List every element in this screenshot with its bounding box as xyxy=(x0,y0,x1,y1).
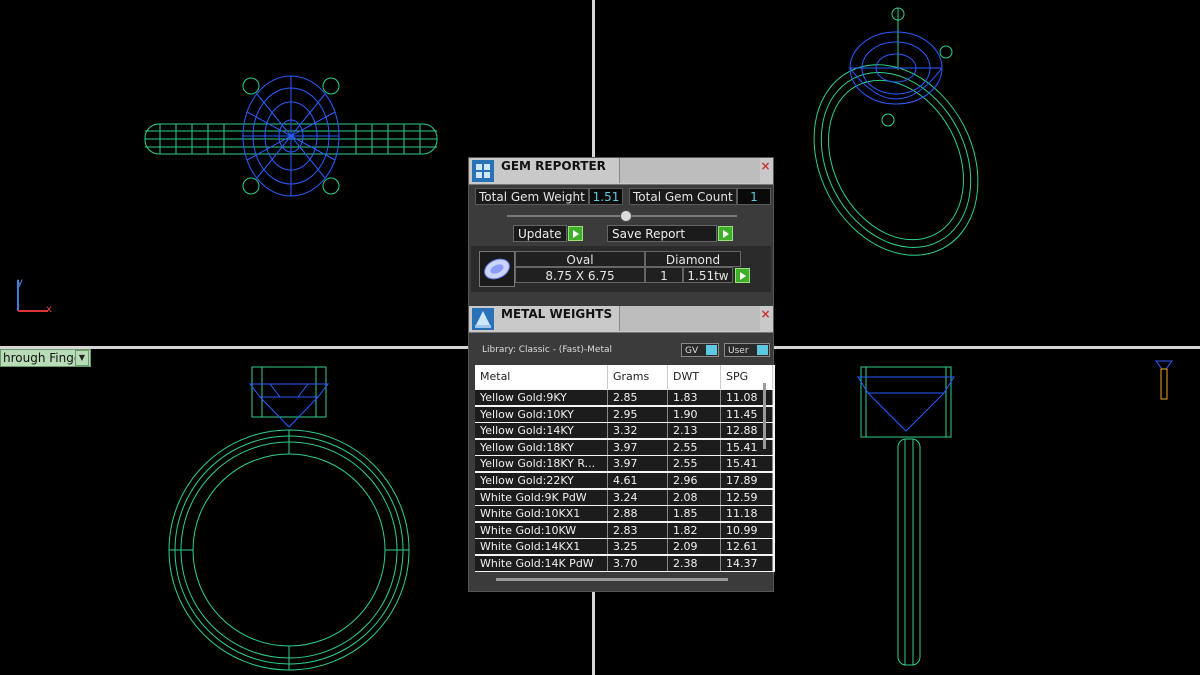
cell-dwt: 2.08 xyxy=(668,489,721,505)
col-metal[interactable]: Metal xyxy=(475,365,608,389)
cell-grams: 3.25 xyxy=(608,539,668,555)
cell-metal: White Gold:14KX1 xyxy=(475,539,608,555)
cell-metal: Yellow Gold:14KY xyxy=(475,423,608,439)
cell-grams: 4.61 xyxy=(608,473,668,488)
table-row[interactable]: Yellow Gold:22KY 4.61 2.96 17.89 xyxy=(475,473,773,489)
cell-dwt: 1.85 xyxy=(668,506,721,522)
cell-metal: White Gold:9K PdW xyxy=(475,489,608,505)
update-button[interactable]: Update xyxy=(513,225,567,242)
library-label: Library: Classic - (Fast)-Metal xyxy=(482,345,613,355)
table-row[interactable]: White Gold:10KX1 2.88 1.85 11.18 xyxy=(475,506,773,522)
cell-dwt: 2.09 xyxy=(668,539,721,555)
cell-spg: 10.99 xyxy=(721,522,773,538)
metal-weights-title: METAL WEIGHTS xyxy=(501,307,613,321)
close-icon[interactable]: × xyxy=(760,308,771,320)
cell-spg: 17.89 xyxy=(721,473,773,488)
table-row[interactable]: White Gold:9K PdW 3.24 2.08 12.59 xyxy=(475,489,773,506)
cell-grams: 3.97 xyxy=(608,456,668,472)
cell-metal: White Gold:14K PdW xyxy=(475,556,608,571)
table-row[interactable]: White Gold:14K PdW 3.70 2.38 14.37 xyxy=(475,556,773,572)
table-row[interactable]: Yellow Gold:18KY 3.97 2.55 15.41 xyxy=(475,439,773,456)
save-report-button[interactable]: Save Report xyxy=(607,225,717,242)
gem-material: Diamond xyxy=(645,251,741,267)
gem-reporter-panel: GEM REPORTER × Total Gem Weight 1.51 Tot… xyxy=(468,157,775,592)
gem-row[interactable]: Oval 8.75 X 6.75 Diamond 1 1.51tw xyxy=(479,251,750,287)
table-row[interactable]: White Gold:10KW 2.83 1.82 10.99 xyxy=(475,522,773,539)
col-grams[interactable]: Grams xyxy=(608,365,668,389)
gem-reporter-icon xyxy=(472,160,494,182)
cell-metal: Yellow Gold:22KY xyxy=(475,473,608,488)
ring-gizmo-icon xyxy=(1155,360,1173,400)
cell-dwt: 2.96 xyxy=(668,473,721,488)
gem-reporter-header: GEM REPORTER × xyxy=(469,158,773,185)
gv-toggle[interactable]: GV xyxy=(681,343,719,357)
axis-x-label: x xyxy=(46,304,52,315)
gem-reporter-titlebar[interactable] xyxy=(619,158,760,183)
save-report-go-icon[interactable] xyxy=(718,226,733,241)
table-row[interactable]: Yellow Gold:10KY 2.95 1.90 11.45 xyxy=(475,406,773,423)
close-icon[interactable]: × xyxy=(760,160,771,172)
gv-toggle-label: GV xyxy=(685,346,699,356)
cell-grams: 2.88 xyxy=(608,506,668,522)
cell-grams: 3.97 xyxy=(608,439,668,455)
cell-metal: White Gold:10KX1 xyxy=(475,506,608,522)
cell-spg: 15.41 xyxy=(721,456,773,472)
cell-dwt: 1.90 xyxy=(668,406,721,422)
gem-weight: 1.51tw xyxy=(683,267,733,283)
update-go-icon[interactable] xyxy=(568,226,583,241)
cell-metal: White Gold:10KW xyxy=(475,522,608,538)
user-toggle[interactable]: User xyxy=(724,343,770,357)
viewport-mode-dropdown[interactable]: ▼ xyxy=(75,350,89,366)
axis-y-label: y xyxy=(17,277,23,288)
table-horizontal-scrollbar[interactable] xyxy=(496,578,728,581)
cell-metal: Yellow Gold:18KY xyxy=(475,439,608,455)
table-row[interactable]: White Gold:14KX1 3.25 2.09 12.61 xyxy=(475,539,773,555)
gem-shape: Oval xyxy=(515,251,645,267)
cell-dwt: 2.55 xyxy=(668,439,721,455)
gem-count: 1 xyxy=(645,267,683,283)
table-row[interactable]: Yellow Gold:18KY R... 3.97 2.55 15.41 xyxy=(475,456,773,472)
cell-spg: 12.59 xyxy=(721,489,773,505)
cell-dwt: 1.83 xyxy=(668,390,721,405)
total-gem-count-value: 1 xyxy=(737,188,771,205)
cell-grams: 3.32 xyxy=(608,423,668,439)
total-gem-weight-label: Total Gem Weight xyxy=(475,188,589,205)
table-row[interactable]: Yellow Gold:14KY 3.32 2.13 12.88 xyxy=(475,423,773,439)
cell-dwt: 2.38 xyxy=(668,556,721,571)
gem-size: 8.75 X 6.75 xyxy=(515,267,645,283)
col-dwt[interactable]: DWT xyxy=(668,365,721,389)
total-gem-count-label: Total Gem Count xyxy=(629,188,737,205)
total-gem-weight-value: 1.51 xyxy=(589,188,623,205)
user-toggle-label: User xyxy=(728,346,749,356)
cell-metal: Yellow Gold:18KY R... xyxy=(475,456,608,472)
cell-dwt: 2.13 xyxy=(668,423,721,439)
cell-spg: 14.37 xyxy=(721,556,773,571)
metal-weights-header: METAL WEIGHTS × xyxy=(469,306,773,333)
cell-grams: 2.85 xyxy=(608,390,668,405)
cell-metal: Yellow Gold:9KY xyxy=(475,390,608,405)
table-header: Metal Grams DWT SPG xyxy=(475,365,773,389)
cell-grams: 3.70 xyxy=(608,556,668,571)
cell-grams: 3.24 xyxy=(608,489,668,505)
oval-gem-thumbnail xyxy=(479,251,515,287)
cell-spg: 11.18 xyxy=(721,506,773,522)
cell-grams: 2.95 xyxy=(608,406,668,422)
cell-spg: 12.61 xyxy=(721,539,773,555)
cell-dwt: 2.55 xyxy=(668,456,721,472)
cell-dwt: 1.82 xyxy=(668,522,721,538)
gem-slider-handle[interactable] xyxy=(620,210,632,222)
gem-reporter-title: GEM REPORTER xyxy=(501,159,606,173)
metal-weights-icon xyxy=(472,308,494,330)
cell-metal: Yellow Gold:10KY xyxy=(475,406,608,422)
cell-grams: 2.83 xyxy=(608,522,668,538)
table-vertical-scrollbar[interactable] xyxy=(763,383,766,449)
metal-weights-titlebar[interactable] xyxy=(619,306,760,331)
gem-detail-go-icon[interactable] xyxy=(735,268,750,283)
metal-weights-table: Metal Grams DWT SPG Yellow Gold:9KY 2.85 1… xyxy=(475,365,775,572)
table-row[interactable]: Yellow Gold:9KY 2.85 1.83 11.08 xyxy=(475,390,773,406)
